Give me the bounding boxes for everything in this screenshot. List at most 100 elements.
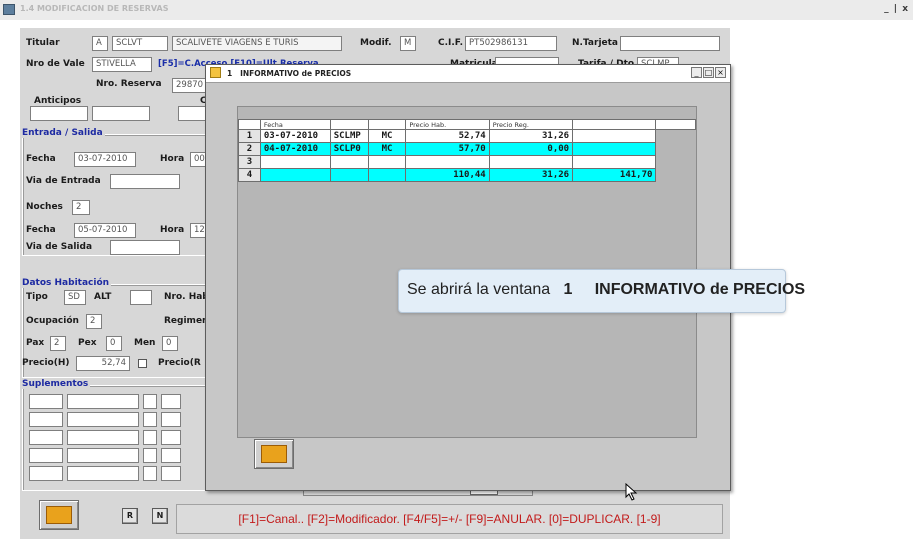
anticipo-field-1[interactable] (30, 106, 88, 121)
suplemento-cell[interactable] (29, 466, 63, 481)
regimen-cell[interactable] (367, 168, 407, 182)
precio-checkbox[interactable] (138, 359, 147, 368)
suplemento-cell[interactable] (67, 430, 139, 445)
suplemento-cell[interactable] (29, 430, 63, 445)
precio-reg-cell[interactable]: 31,26 (488, 129, 574, 143)
header-tarifa[interactable] (329, 119, 369, 130)
cif-field[interactable]: PT502986131 (465, 36, 557, 51)
window-controls[interactable]: _ | x (884, 4, 909, 14)
row-number-cell[interactable]: 4 (238, 168, 261, 182)
hora-salida-field[interactable]: 12 (190, 223, 206, 238)
tarifa-cell[interactable]: SCLP0 (329, 142, 369, 156)
modif-field[interactable]: M (400, 36, 416, 51)
dialog-exit-button[interactable] (254, 439, 294, 469)
window-title: 1.4 MODIFICACION DE RESERVAS (20, 4, 169, 13)
suplementos-title: Suplementos (20, 379, 91, 389)
ocupacion-field[interactable]: 2 (86, 314, 102, 329)
n-button[interactable]: N (152, 508, 168, 524)
suplemento-cell[interactable] (161, 412, 181, 427)
precio-reg-cell[interactable] (488, 155, 574, 169)
alt-field[interactable] (130, 290, 152, 305)
row-number-cell[interactable]: 1 (238, 129, 261, 143)
suplemento-cell[interactable] (67, 394, 139, 409)
tipo-field[interactable]: SD (64, 290, 86, 305)
row-number-cell[interactable]: 2 (238, 142, 261, 156)
suplemento-cell[interactable] (161, 448, 181, 463)
regimen-cell[interactable]: MC (367, 129, 407, 143)
titular-name-field[interactable]: SCALIVETE VIAGENS E TURIS (172, 36, 342, 51)
precio-reg-cell[interactable]: 0,00 (488, 142, 574, 156)
suplemento-cell[interactable] (143, 412, 157, 427)
precio-h-field[interactable]: 52,74 (76, 356, 130, 371)
suplemento-cell[interactable] (67, 466, 139, 481)
noches-field[interactable]: 2 (72, 200, 90, 215)
men-field[interactable]: 0 (162, 336, 178, 351)
suplemento-cell[interactable] (143, 466, 157, 481)
suplemento-cell[interactable] (161, 430, 181, 445)
app-icon (3, 4, 15, 15)
suplementos-grid[interactable] (29, 394, 207, 482)
tarifa-cell[interactable] (329, 155, 369, 169)
table-row[interactable]: 1 03-07-2010 SCLMP MC 52,74 31,26 (238, 129, 696, 143)
vale-label: Nro de Vale (26, 59, 85, 69)
regimen-cell[interactable] (367, 155, 407, 169)
suplemento-cell[interactable] (143, 448, 157, 463)
header-precio-reg[interactable]: Precio Reg. (488, 119, 574, 130)
suplemento-cell[interactable] (29, 412, 63, 427)
header-regimen[interactable] (367, 119, 407, 130)
fecha-cell[interactable] (259, 155, 331, 169)
pex-field[interactable]: 0 (106, 336, 122, 351)
regimen-label: Regimen (164, 316, 209, 326)
close-button[interactable]: × (715, 67, 726, 78)
regimen-cell[interactable]: MC (367, 142, 407, 156)
ntarjeta-field[interactable] (620, 36, 720, 51)
fecha-cell[interactable]: 04-07-2010 (259, 142, 331, 156)
r-button[interactable]: R (122, 508, 138, 524)
precio-hab-cell[interactable] (405, 155, 490, 169)
vale-field[interactable]: STIVELLA (92, 57, 152, 72)
precio-hab-cell[interactable]: 110,44 (405, 168, 490, 182)
suplemento-cell[interactable] (161, 394, 181, 409)
fecha-entrada-field[interactable]: 03-07-2010 (74, 152, 136, 167)
suplemento-cell[interactable] (143, 394, 157, 409)
tarifa-cell[interactable] (329, 168, 369, 182)
hora-entrada-field[interactable]: 00 (190, 152, 206, 167)
fecha-salida-field[interactable]: 05-07-2010 (74, 223, 136, 238)
suplemento-cell[interactable] (67, 412, 139, 427)
suplemento-cell[interactable] (161, 466, 181, 481)
row-number-cell[interactable]: 3 (238, 155, 261, 169)
total-cell[interactable]: 141,70 (572, 168, 657, 182)
precio-reg-cell[interactable]: 31,26 (488, 168, 574, 182)
titular-code2-field[interactable]: SCLVT (112, 36, 168, 51)
hora-entrada-label: Hora (160, 154, 185, 164)
via-entrada-field[interactable] (110, 174, 180, 189)
precio-hab-cell[interactable]: 52,74 (405, 129, 490, 143)
fecha-cell[interactable] (259, 168, 331, 182)
total-cell[interactable] (572, 155, 657, 169)
table-row[interactable]: 3 (238, 155, 696, 169)
fecha-cell[interactable]: 03-07-2010 (259, 129, 331, 143)
minimize-button[interactable]: _ (691, 67, 702, 78)
tarifa-cell[interactable]: SCLMP (329, 129, 369, 143)
dialog-title-bar[interactable]: 1 INFORMATIVO de PRECIOS _ □ × (206, 65, 730, 83)
precio-hab-cell[interactable]: 57,70 (405, 142, 490, 156)
suplemento-cell[interactable] (29, 448, 63, 463)
total-cell[interactable] (572, 142, 657, 156)
main-exit-button[interactable] (39, 500, 79, 530)
suplemento-cell[interactable] (29, 394, 63, 409)
titular-code1-field[interactable]: A (92, 36, 108, 51)
table-row[interactable]: 4 110,44 31,26 141,70 (238, 168, 696, 182)
pax-field[interactable]: 2 (50, 336, 66, 351)
total-cell[interactable] (572, 129, 657, 143)
header-precio-hab[interactable]: Precio Hab. (405, 119, 490, 130)
maximize-button[interactable]: □ (703, 67, 714, 78)
anticipo-field-2[interactable] (92, 106, 150, 121)
via-salida-field[interactable] (110, 240, 180, 255)
anticipo-field-3[interactable] (178, 106, 208, 121)
header-fecha[interactable]: Fecha (259, 119, 331, 130)
precios-table: Fecha Precio Hab. Precio Reg. 1 03-07-201… (238, 119, 696, 182)
header-total[interactable] (572, 119, 657, 130)
table-row[interactable]: 2 04-07-2010 SCLP0 MC 57,70 0,00 (238, 142, 696, 156)
suplemento-cell[interactable] (67, 448, 139, 463)
suplemento-cell[interactable] (143, 430, 157, 445)
